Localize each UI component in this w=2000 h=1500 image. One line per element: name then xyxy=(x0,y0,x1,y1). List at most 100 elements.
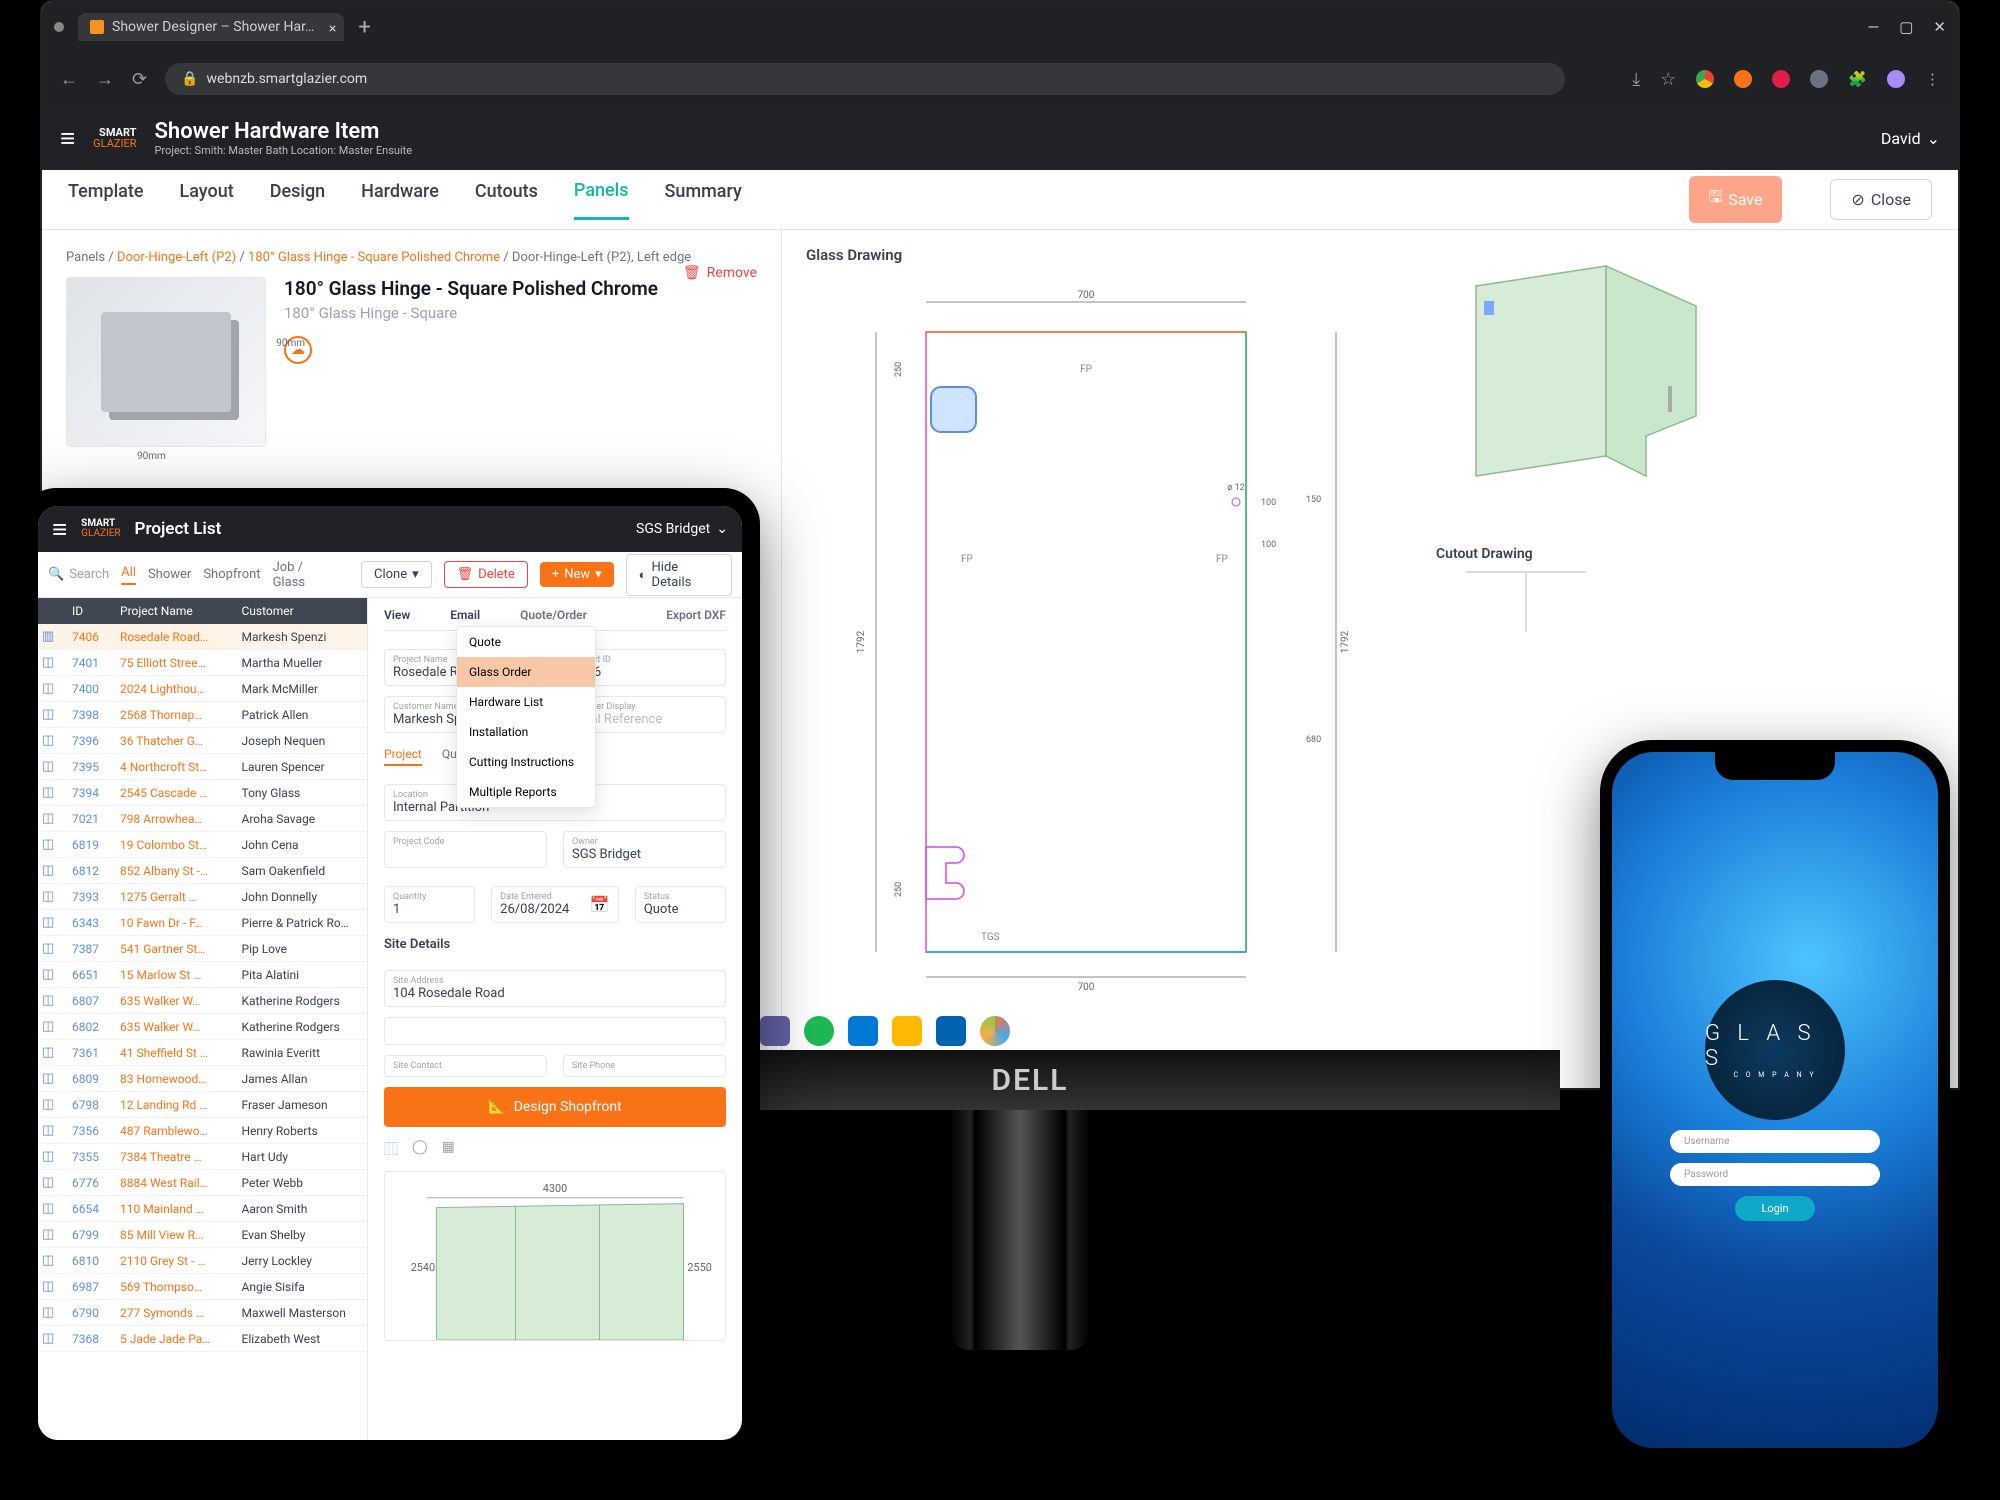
project-row[interactable]: ◫ 6651 15 Marlow St … Pita Alatini xyxy=(38,962,367,988)
new-tab-button[interactable]: + xyxy=(358,15,370,40)
ext-icon-4[interactable] xyxy=(1810,70,1828,88)
dd-multiple[interactable]: Multiple Reports xyxy=(457,777,595,807)
taskbar-app-icon[interactable] xyxy=(980,1016,1010,1046)
dd-hardware-list[interactable]: Hardware List xyxy=(457,687,595,717)
profile-avatar[interactable] xyxy=(1887,70,1905,88)
hide-details-button[interactable]: ◐Hide Details xyxy=(626,554,732,596)
taskbar-spotify-icon[interactable] xyxy=(804,1016,834,1046)
project-row[interactable]: ◫ 6776 8884 West Rail… Peter Webb xyxy=(38,1170,367,1196)
url-input[interactable]: 🔒webnzb.smartglazier.com xyxy=(165,63,1565,95)
username-input[interactable]: Username xyxy=(1670,1130,1880,1153)
install-icon[interactable]: ⤓ xyxy=(1632,69,1640,90)
save-button[interactable]: 🖫 Save xyxy=(1689,176,1783,223)
project-row[interactable]: ◫ 7395 4 Northcroft St… Lauren Spencer xyxy=(38,754,367,780)
bookmark-icon[interactable]: ☆ xyxy=(1660,69,1676,90)
bc-hinge[interactable]: 180° Glass Hinge - Square Polished Chrom… xyxy=(248,250,500,265)
project-row[interactable]: ◫ 6343 10 Fawn Dr - F… Pierre & Patrick … xyxy=(38,910,367,936)
login-button[interactable]: Login xyxy=(1735,1196,1814,1221)
close-tab-icon[interactable]: × xyxy=(329,21,336,37)
project-row[interactable]: ◫ 7393 1275 Gerralt … John Donnelly xyxy=(38,884,367,910)
window-restore-icon[interactable]: ▢ xyxy=(1899,18,1913,36)
filter-shower[interactable]: Shower xyxy=(148,567,191,582)
project-row[interactable]: ◫ 7368 5 Jade Jade Pa… Elizabeth West xyxy=(38,1326,367,1352)
project-row[interactable]: ◫ 7387 541 Gartner St… Pip Love xyxy=(38,936,367,962)
ext-icon-3[interactable] xyxy=(1772,70,1790,88)
dtab-quoteorder[interactable]: Quote/Order xyxy=(520,608,587,622)
bc-panels[interactable]: Panels xyxy=(66,250,105,265)
val-qty[interactable]: 1 xyxy=(393,902,466,917)
shopfront-canvas[interactable]: 4300 2540 2550 xyxy=(384,1171,726,1341)
glass-drawing-canvas[interactable]: 700 1792 1792 700 xyxy=(806,272,1406,992)
project-row[interactable]: ◫ 7396 36 Thatcher G… Joseph Nequen xyxy=(38,728,367,754)
dtab-export[interactable]: Export DXF xyxy=(666,608,726,622)
project-row[interactable]: ◫ 7355 7384 Theatre … Hart Udy xyxy=(38,1144,367,1170)
remove-button[interactable]: 🗑 Remove xyxy=(683,265,757,281)
extensions-icon[interactable]: 🧩 xyxy=(1848,70,1867,88)
hamburger-icon[interactable]: ≡ xyxy=(60,123,75,154)
ext-icon-2[interactable] xyxy=(1734,70,1752,88)
delete-button[interactable]: 🗑Delete xyxy=(444,561,528,588)
project-row[interactable]: ◫ 6790 277 Symonds … Maxwell Masterson xyxy=(38,1300,367,1326)
project-list[interactable]: ID Project Name Customer ▥ 7406 Rosedale… xyxy=(38,598,368,1440)
tab-panels[interactable]: Panels xyxy=(574,180,629,220)
window-minimize-icon[interactable]: — xyxy=(1868,18,1880,36)
dtab-view[interactable]: View xyxy=(384,608,410,622)
val-status[interactable]: Quote xyxy=(644,902,717,917)
project-row[interactable]: ◫ 7398 2568 Thornap… Patrick Allen xyxy=(38,702,367,728)
dtab-email[interactable]: Email xyxy=(450,608,480,622)
val-owner[interactable]: SGS Bridget xyxy=(572,847,717,862)
project-row[interactable]: ◫ 6809 83 Homewood… James Allan xyxy=(38,1066,367,1092)
email-dropdown[interactable]: Quote Glass Order Hardware List Installa… xyxy=(456,626,596,808)
val-siteaddr[interactable]: 104 Rosedale Road xyxy=(393,986,717,1001)
project-row[interactable]: ◫ 6799 85 Mill View R… Evan Shelby xyxy=(38,1222,367,1248)
project-row[interactable]: ◫ 6654 110 Mainland … Aaron Smith xyxy=(38,1196,367,1222)
project-row[interactable]: ◫ 6802 635 Walker W… Katherine Rodgers xyxy=(38,1014,367,1040)
nav-back-icon[interactable]: ← xyxy=(60,69,78,90)
close-button[interactable]: ⊘ Close xyxy=(1830,179,1932,220)
browser-tab[interactable]: Shower Designer – Shower Har… × xyxy=(78,13,344,41)
new-button[interactable]: + New ▾ xyxy=(540,562,614,587)
nav-forward-icon[interactable]: → xyxy=(96,69,114,90)
filter-all[interactable]: All xyxy=(121,565,136,585)
col-project[interactable]: Project Name xyxy=(120,604,242,618)
col-customer[interactable]: Customer xyxy=(242,604,364,618)
tab-cutouts[interactable]: Cutouts xyxy=(475,181,538,218)
taskbar-teams-icon[interactable] xyxy=(760,1016,790,1046)
tab-menu-dot[interactable] xyxy=(54,22,64,32)
search-input[interactable]: 🔍 Search xyxy=(48,567,109,582)
project-row[interactable]: ◫ 6807 635 Walker W… Katherine Rodgers xyxy=(38,988,367,1014)
tab-template[interactable]: Template xyxy=(68,181,144,218)
dd-quote[interactable]: Quote xyxy=(457,627,595,657)
project-row[interactable]: ◫ 6819 19 Colombo St… John Cena xyxy=(38,832,367,858)
region-selector[interactable]: SGS Bridget ⌄ xyxy=(636,521,728,537)
nav-reload-icon[interactable]: ⟳ xyxy=(132,69,147,90)
project-row[interactable]: ◫ 6810 2110 Grey St - … Jerry Lockley xyxy=(38,1248,367,1274)
tab-summary[interactable]: Summary xyxy=(665,181,742,218)
dd-cutting[interactable]: Cutting Instructions xyxy=(457,747,595,777)
val-date[interactable]: 26/08/2024 xyxy=(500,902,569,917)
ext-chrome-icon[interactable] xyxy=(1696,70,1714,88)
taskbar-explorer-icon[interactable] xyxy=(892,1016,922,1046)
window-close-icon[interactable]: ✕ xyxy=(1933,18,1946,36)
browser-menu-icon[interactable]: ⋮ xyxy=(1925,70,1940,88)
circle-icon[interactable]: ◯ xyxy=(412,1139,428,1159)
project-row[interactable]: ◫ 7394 2545 Cascade … Tony Glass xyxy=(38,780,367,806)
tablet-hamburger-icon[interactable]: ≡ xyxy=(52,514,67,545)
project-row[interactable]: ◫ 6812 852 Albany St -… Sam Oakenfield xyxy=(38,858,367,884)
project-row[interactable]: ◫ 7356 487 Ramblewo… Henry Roberts xyxy=(38,1118,367,1144)
project-row[interactable]: ◫ 7361 41 Sheffield St … Rawinia Everitt xyxy=(38,1040,367,1066)
project-row[interactable]: ◫ 7021 798 Arrowhea… Aroha Savage xyxy=(38,806,367,832)
tab-layout[interactable]: Layout xyxy=(180,181,234,218)
grid-icon[interactable]: ▦ xyxy=(442,1139,455,1159)
tab-design[interactable]: Design xyxy=(270,181,325,218)
filter-shopfront[interactable]: Shopfront xyxy=(203,567,260,582)
filter-jobglass[interactable]: Job / Glass xyxy=(273,560,337,590)
bc-door[interactable]: Door-Hinge-Left (P2) xyxy=(117,250,236,265)
tab-hardware[interactable]: Hardware xyxy=(361,181,439,218)
itab-project[interactable]: Project xyxy=(384,747,422,766)
taskbar-outlook-icon[interactable] xyxy=(848,1016,878,1046)
project-row[interactable]: ◫ 6798 12 Landing Rd … Fraser Jameson xyxy=(38,1092,367,1118)
col-id[interactable]: ID xyxy=(72,604,120,618)
dd-glass-order[interactable]: Glass Order xyxy=(457,657,595,687)
project-row[interactable]: ▥ 7406 Rosedale Road… Markesh Spenzi xyxy=(38,624,367,650)
